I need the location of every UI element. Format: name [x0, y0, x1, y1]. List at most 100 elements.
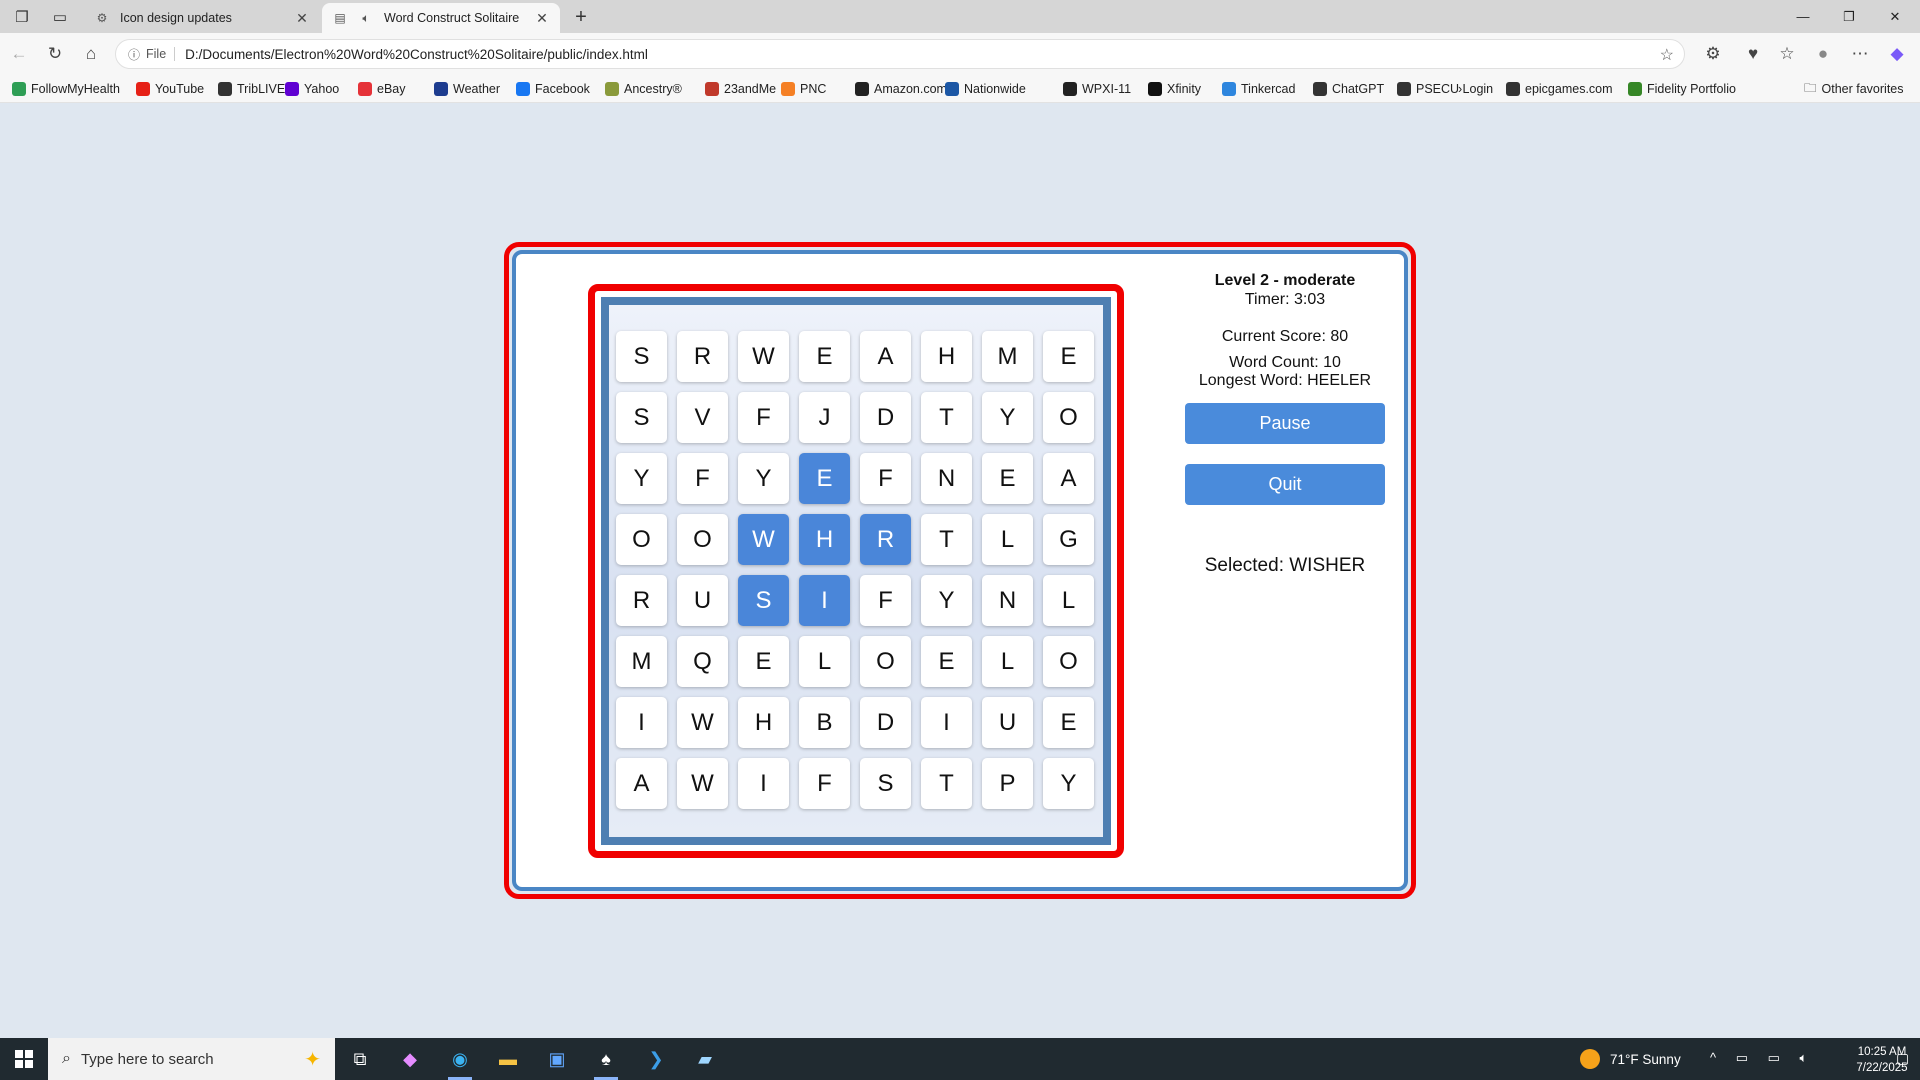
letter-tile[interactable]: A — [1043, 453, 1094, 504]
pause-button[interactable]: Pause — [1185, 403, 1385, 444]
browser-essentials-icon[interactable]: ♥ — [1740, 42, 1766, 66]
letter-tile[interactable]: O — [677, 514, 728, 565]
letter-tile[interactable]: E — [1043, 331, 1094, 382]
store-icon[interactable]: ▣ — [537, 1042, 577, 1076]
letter-tile[interactable]: E — [921, 636, 972, 687]
letter-tile[interactable]: E — [799, 331, 850, 382]
new-tab-icon[interactable]: + — [568, 4, 594, 30]
letter-tile[interactable]: I — [799, 575, 850, 626]
notepad-icon[interactable]: ▰ — [685, 1042, 725, 1076]
tab-word-construct-solitaire[interactable]: ▤ 🔈︎ Word Construct Solitaire ✕ — [322, 3, 560, 33]
tab-icon-design-updates[interactable]: ⚙ Icon design updates ✕ — [84, 3, 320, 33]
letter-tile[interactable]: A — [860, 331, 911, 382]
bookmark-weather[interactable]: Weather — [434, 80, 500, 98]
tab-close-icon[interactable]: ✕ — [534, 10, 550, 27]
minimize-icon[interactable]: — — [1780, 0, 1826, 33]
letter-tile[interactable]: W — [677, 758, 728, 809]
workspaces-icon[interactable]: ❐ — [8, 5, 36, 29]
address-bar[interactable]: ⓘ File D:/Documents/Electron%20Word%20Co… — [115, 39, 1685, 69]
letter-tile[interactable]: W — [738, 514, 789, 565]
letter-tile[interactable]: H — [738, 697, 789, 748]
letter-tile[interactable]: H — [921, 331, 972, 382]
copilot-icon[interactable]: ◆ — [1884, 42, 1910, 66]
bookmark-youtube[interactable]: YouTube — [136, 80, 204, 98]
letter-tile[interactable]: V — [677, 392, 728, 443]
letter-tile[interactable]: Q — [677, 636, 728, 687]
other-favorites[interactable]: 🗀︎ Other favorites — [1804, 80, 1904, 98]
letter-tile[interactable]: T — [921, 758, 972, 809]
system-tray[interactable]: ^ ▭ ▭ 🔈︎ — [1710, 1050, 1815, 1066]
restore-icon[interactable]: ❐ — [1826, 0, 1872, 33]
favorite-star-icon[interactable]: ☆ — [1660, 45, 1674, 65]
quit-button[interactable]: Quit — [1185, 464, 1385, 505]
letter-tile[interactable]: J — [799, 392, 850, 443]
bookmark-followmyhealth[interactable]: FollowMyHealth — [12, 80, 120, 98]
letter-tile[interactable]: N — [921, 453, 972, 504]
profile-avatar-icon[interactable]: ● — [1810, 42, 1836, 66]
letter-tile[interactable]: S — [616, 331, 667, 382]
letter-tile[interactable]: T — [921, 514, 972, 565]
info-icon[interactable]: ⓘ — [128, 46, 140, 63]
taskbar-search[interactable]: ⌕ Type here to search ✦ — [48, 1038, 335, 1080]
letter-tile[interactable]: M — [616, 636, 667, 687]
bookmark-pnc[interactable]: PNC — [781, 80, 826, 98]
edge-app-icon[interactable]: ◉ — [440, 1042, 480, 1080]
solitaire-app-icon[interactable]: ♠ — [586, 1042, 626, 1080]
letter-tile[interactable]: I — [738, 758, 789, 809]
letter-tile[interactable]: F — [799, 758, 850, 809]
bookmark-ancestry[interactable]: Ancestry® — [605, 80, 682, 98]
letter-tile[interactable]: L — [982, 636, 1033, 687]
letter-tile[interactable]: E — [1043, 697, 1094, 748]
letter-tile[interactable]: H — [799, 514, 850, 565]
tab-close-icon[interactable]: ✕ — [294, 10, 310, 27]
copilot-app-icon[interactable]: ◆ — [390, 1042, 430, 1076]
letter-tile[interactable]: D — [860, 697, 911, 748]
bookmark-triblive[interactable]: TribLIVE — [218, 80, 285, 98]
extensions-icon[interactable]: ⚙ — [1700, 42, 1726, 66]
vscode-icon[interactable]: ❯ — [636, 1042, 676, 1076]
letter-tile[interactable]: Y — [738, 453, 789, 504]
letter-tile[interactable]: P — [982, 758, 1033, 809]
letter-tile[interactable]: N — [982, 575, 1033, 626]
letter-tile[interactable]: U — [982, 697, 1033, 748]
letter-tile[interactable]: R — [616, 575, 667, 626]
back-icon[interactable]: ← — [6, 42, 32, 66]
letter-tile[interactable]: O — [860, 636, 911, 687]
letter-tile[interactable]: S — [738, 575, 789, 626]
letter-tile[interactable]: U — [677, 575, 728, 626]
letter-tile[interactable]: E — [982, 453, 1033, 504]
bookmark-amazon-com[interactable]: Amazon.com — [855, 80, 947, 98]
bookmark-wpxi-11[interactable]: WPXI-11 — [1063, 80, 1131, 98]
letter-tile[interactable]: O — [616, 514, 667, 565]
home-icon[interactable]: ⌂ — [78, 42, 104, 66]
letter-tile[interactable]: O — [1043, 636, 1094, 687]
letter-tile[interactable]: L — [799, 636, 850, 687]
bookmark-chatgpt[interactable]: ChatGPT — [1313, 80, 1384, 98]
bookmark-epicgames-com[interactable]: epicgames.com — [1506, 80, 1613, 98]
bookmark-nationwide[interactable]: Nationwide — [945, 80, 1026, 98]
letter-tile[interactable]: I — [921, 697, 972, 748]
letter-tile[interactable]: B — [799, 697, 850, 748]
bookmark-psecu-login[interactable]: PSECU Login — [1397, 80, 1493, 98]
letter-tile[interactable]: F — [860, 575, 911, 626]
letter-tile[interactable]: W — [677, 697, 728, 748]
letter-tile[interactable]: T — [921, 392, 972, 443]
bookmark-fidelity-portfolio[interactable]: Fidelity Portfolio — [1628, 80, 1736, 98]
letter-tile[interactable]: I — [616, 697, 667, 748]
letter-tile[interactable]: F — [677, 453, 728, 504]
start-button[interactable] — [0, 1038, 48, 1080]
speaker-icon[interactable]: 🔈︎ — [358, 10, 374, 26]
notification-icon[interactable]: ▢ — [1896, 1050, 1909, 1067]
bookmark-yahoo[interactable]: Yahoo — [285, 80, 339, 98]
bookmark-facebook[interactable]: Facebook — [516, 80, 590, 98]
letter-tile[interactable]: O — [1043, 392, 1094, 443]
letter-tile[interactable]: R — [860, 514, 911, 565]
tab-actions-icon[interactable]: ▭ — [46, 5, 74, 29]
letter-tile[interactable]: G — [1043, 514, 1094, 565]
bookmark-xfinity[interactable]: Xfinity — [1148, 80, 1201, 98]
more-menu-icon[interactable]: ⋯ — [1847, 42, 1873, 66]
letter-tile[interactable]: Y — [921, 575, 972, 626]
letter-tile[interactable]: F — [738, 392, 789, 443]
weather-widget[interactable]: 71°F Sunny — [1580, 1038, 1681, 1080]
favorites-icon[interactable]: ☆ — [1774, 42, 1800, 66]
